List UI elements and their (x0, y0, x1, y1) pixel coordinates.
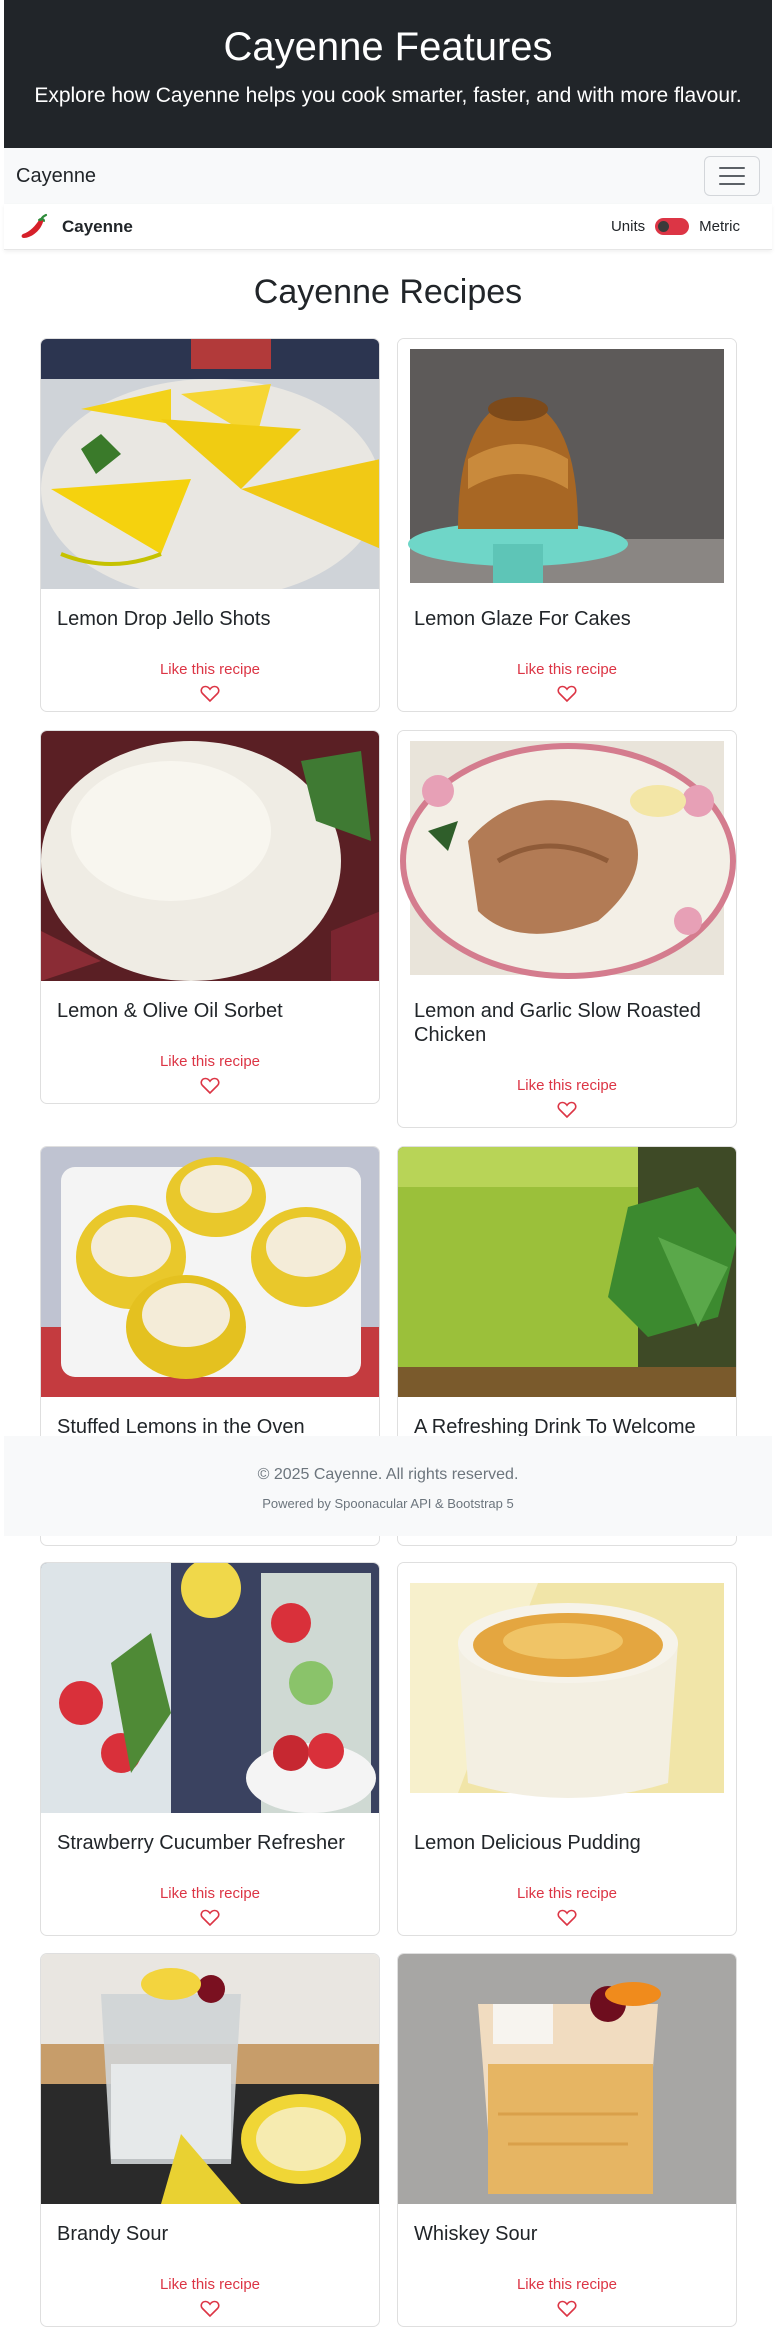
footer-copyright: © 2025 Cayenne. All rights reserved. (257, 1466, 519, 1483)
chili-pepper-icon (21, 213, 48, 238)
recipe-image[interactable] (398, 1147, 737, 1397)
recipe-image[interactable] (41, 1147, 380, 1397)
like-recipe-link[interactable]: Like this recipe (41, 2276, 379, 2293)
top-navbar: Cayenne (4, 148, 772, 204)
recipe-card[interactable]: Lemon Glaze For Cakes Like this recipe (397, 338, 737, 712)
recipe-title[interactable]: Whiskey Sour (414, 2222, 722, 2246)
units-bar: Cayenne Units Metric (4, 204, 772, 250)
recipe-image[interactable] (398, 1954, 737, 2204)
subbar-brand[interactable]: Cayenne (20, 212, 133, 242)
recipe-image[interactable] (398, 1563, 737, 1813)
recipe-card[interactable]: Strawberry Cucumber Refresher Like this … (40, 1562, 380, 1936)
recipe-title[interactable]: Lemon Delicious Pudding (414, 1831, 722, 1855)
recipe-image[interactable] (398, 339, 737, 589)
recipe-image[interactable] (41, 339, 380, 589)
footer-powered-by: Powered by Spoonacular API & Bootstrap 5 (262, 1496, 514, 1511)
heart-icon[interactable] (557, 1909, 577, 1927)
heart-icon[interactable] (200, 685, 220, 703)
recipes-section-title: Cayenne Recipes (253, 273, 523, 311)
navbar-brand[interactable]: Cayenne (16, 165, 96, 188)
units-toggle-group: Units Metric (611, 218, 740, 235)
subbar-brand-name: Cayenne (62, 216, 133, 236)
like-recipe-link[interactable]: Like this recipe (398, 2276, 736, 2293)
heart-icon[interactable] (557, 1101, 577, 1119)
page-footer: © 2025 Cayenne. All rights reserved. Pow… (4, 1436, 772, 1536)
recipe-card[interactable]: Lemon and Garlic Slow Roasted Chicken Li… (397, 730, 737, 1128)
like-recipe-link[interactable]: Like this recipe (398, 661, 736, 678)
recipe-image[interactable] (41, 1954, 380, 2204)
recipe-image[interactable] (41, 1563, 380, 1813)
hamburger-menu-icon (719, 167, 745, 169)
recipe-image[interactable] (398, 731, 737, 981)
recipe-title[interactable]: Strawberry Cucumber Refresher (57, 1831, 365, 1855)
units-label: Units (610, 218, 646, 235)
like-recipe-link[interactable]: Like this recipe (41, 1885, 379, 1902)
like-recipe-link[interactable]: Like this recipe (41, 661, 379, 678)
recipe-title[interactable]: Lemon Drop Jello Shots (57, 607, 365, 631)
recipe-card[interactable]: Brandy Sour Like this recipe (40, 1953, 380, 2327)
units-toggle-switch[interactable] (655, 218, 690, 235)
app-frame: Cayenne Features Explore how Cayenne hel… (4, 0, 772, 312)
heart-icon[interactable] (200, 2300, 220, 2318)
recipe-title[interactable]: Lemon and Garlic Slow Roasted Chicken (414, 999, 722, 1047)
like-recipe-link[interactable]: Like this recipe (41, 1053, 379, 1070)
hero-subtitle: Explore how Cayenne helps you cook smart… (34, 84, 742, 107)
like-recipe-link[interactable]: Like this recipe (398, 1885, 736, 1902)
recipe-title[interactable]: Lemon & Olive Oil Sorbet (57, 999, 365, 1023)
recipe-title[interactable]: Lemon Glaze For Cakes (414, 607, 722, 631)
navbar-toggle-button[interactable] (704, 156, 760, 196)
hero-banner: Cayenne Features Explore how Cayenne hel… (4, 0, 772, 148)
recipe-card[interactable]: Lemon Delicious Pudding Like this recipe (397, 1562, 737, 1936)
like-recipe-link[interactable]: Like this recipe (398, 1077, 736, 1094)
heart-icon[interactable] (200, 1909, 220, 1927)
heart-icon[interactable] (557, 685, 577, 703)
hero-title: Cayenne Features (223, 25, 553, 69)
recipe-card[interactable]: Lemon Drop Jello Shots Like this recipe (40, 338, 380, 712)
recipe-card[interactable]: Lemon & Olive Oil Sorbet Like this recip… (40, 730, 380, 1104)
recipe-card[interactable]: Whiskey Sour Like this recipe (397, 1953, 737, 2327)
metric-label: Metric (699, 218, 740, 235)
heart-icon[interactable] (200, 1077, 220, 1095)
recipe-title[interactable]: Brandy Sour (57, 2222, 365, 2246)
heart-icon[interactable] (557, 2300, 577, 2318)
recipe-image[interactable] (41, 731, 380, 981)
